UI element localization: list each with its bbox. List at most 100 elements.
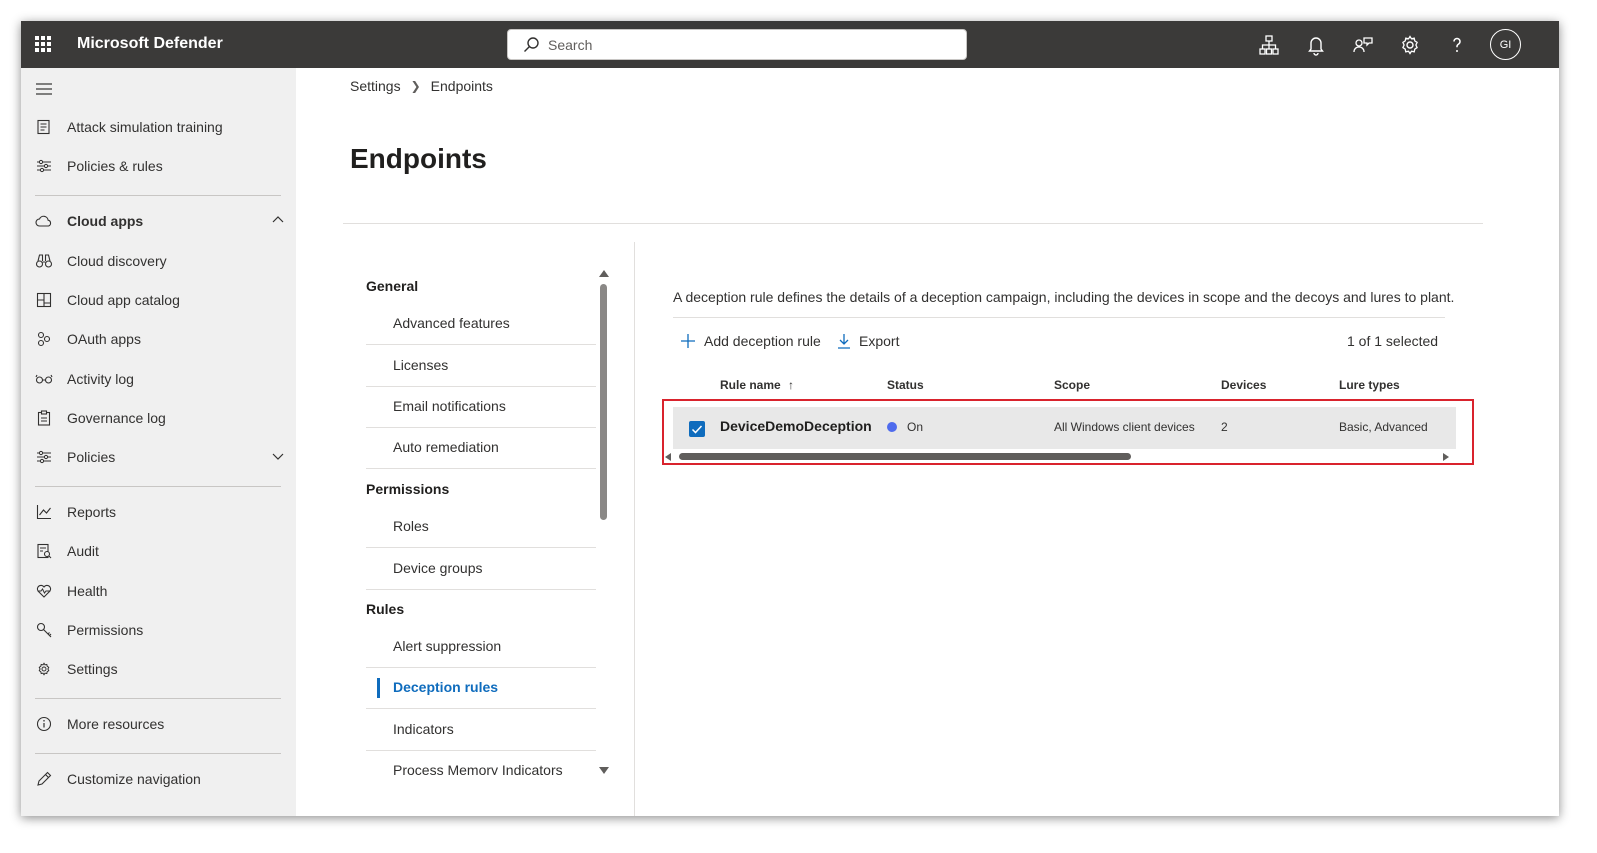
subnav-item-label: Device groups: [393, 560, 483, 576]
subnav-item-process-memory-indicators[interactable]: Process Memory Indicators: [366, 751, 596, 775]
column-header-lure-types[interactable]: Lure types: [1339, 378, 1400, 392]
export-button[interactable]: Export: [837, 330, 899, 352]
column-header-rule-name[interactable]: Rule name ↑: [720, 378, 794, 392]
subnav-item-label: Email notifications: [393, 398, 506, 414]
user-avatar[interactable]: GI: [1490, 29, 1521, 60]
scrollbar-thumb[interactable]: [600, 284, 607, 520]
nav-label: Audit: [67, 543, 99, 559]
nav-label: Activity log: [67, 371, 134, 387]
scrollbar-thumb[interactable]: [679, 453, 1131, 460]
add-deception-rule-button[interactable]: Add deception rule: [680, 330, 821, 352]
nav-item-reports[interactable]: Reports: [35, 497, 285, 527]
nav-item-governance-log[interactable]: Governance log: [35, 403, 285, 433]
subnav-heading-rules: Rules: [366, 601, 405, 617]
subnav-item-label: Deception rules: [393, 679, 499, 695]
subnav-item-label: Indicators: [393, 721, 454, 737]
chevron-up-icon[interactable]: [271, 213, 285, 227]
subnav-item-auto-remediation[interactable]: Auto remediation: [366, 428, 596, 469]
chevron-right-icon: ❯: [410, 79, 421, 93]
subnav-item-label: Process Memory Indicators: [393, 762, 563, 775]
nav-divider: [35, 195, 281, 196]
plus-icon: [681, 334, 695, 348]
nav-item-permissions[interactable]: Permissions: [35, 615, 285, 645]
nav-item-more-resources[interactable]: More resources: [35, 709, 285, 739]
people-icon: [35, 330, 53, 348]
scroll-left-arrow-icon[interactable]: [665, 453, 671, 461]
add-deception-rule-label: Add deception rule: [704, 333, 821, 349]
cell-devices: 2: [1221, 420, 1228, 434]
table-horizontal-scrollbar[interactable]: [665, 451, 1449, 463]
nav-item-cloud-apps[interactable]: Cloud apps: [35, 206, 285, 236]
app-launcher-icon[interactable]: [35, 36, 51, 52]
nav-item-health[interactable]: Health: [35, 576, 285, 606]
nav-divider: [35, 698, 281, 699]
subnav-item-label: Alert suppression: [393, 638, 502, 654]
cell-scope: All Windows client devices: [1054, 420, 1195, 434]
column-header-label: Rule name: [720, 378, 781, 392]
column-header-devices[interactable]: Devices: [1221, 378, 1266, 392]
nav-label: Customize navigation: [67, 771, 201, 787]
breadcrumb: Settings ❯ Endpoints: [350, 78, 493, 94]
download-icon: [838, 334, 850, 349]
subnav-item-advanced-features[interactable]: Advanced features: [366, 304, 596, 345]
cell-rule-name[interactable]: DeviceDemoDeception: [720, 418, 872, 434]
breadcrumb-item-endpoints: Endpoints: [430, 78, 493, 94]
table-row[interactable]: DeviceDemoDeception On All Windows clien…: [673, 407, 1456, 449]
subnav-item-alert-suppression[interactable]: Alert suppression: [366, 627, 596, 668]
subnav-item-indicators[interactable]: Indicators: [366, 710, 596, 751]
selected-count: 1 of 1 selected: [1347, 333, 1439, 349]
gear-icon[interactable]: [1398, 33, 1422, 57]
nav-item-settings[interactable]: Settings: [35, 654, 285, 684]
subnav-item-deception-rules[interactable]: Deception rules: [366, 668, 596, 709]
chevron-down-icon[interactable]: [271, 449, 285, 463]
subnav-item-device-groups[interactable]: Device groups: [366, 549, 596, 590]
subnav-item-email-notifications[interactable]: Email notifications: [366, 387, 596, 428]
bell-icon[interactable]: [1304, 33, 1328, 57]
app-title: Microsoft Defender: [77, 35, 223, 52]
nav-item-cloud-discovery[interactable]: Cloud discovery: [35, 246, 285, 276]
search-box[interactable]: [507, 29, 967, 60]
nav-label: Policies & rules: [67, 158, 163, 174]
document-list-icon: [35, 118, 53, 136]
nav-item-audit[interactable]: Audit: [35, 536, 285, 566]
gear-icon: [35, 660, 53, 678]
breadcrumb-item-settings[interactable]: Settings: [350, 78, 401, 94]
column-header-status[interactable]: Status: [887, 378, 924, 392]
sliders-icon: [35, 157, 53, 175]
nav-item-cloud-app-catalog[interactable]: Cloud app catalog: [35, 285, 285, 315]
subnav-item-roles[interactable]: Roles: [366, 507, 596, 548]
top-bar: Microsoft Defender GI: [21, 21, 1559, 68]
nav-item-activity-log[interactable]: Activity log: [35, 364, 285, 394]
nav-label: Reports: [67, 504, 117, 520]
nav-item-attack-simulation-training[interactable]: Attack simulation training: [35, 112, 285, 142]
glasses-icon: [35, 370, 53, 388]
row-checkbox[interactable]: [689, 421, 705, 437]
subnav-scrollbar[interactable]: [598, 270, 610, 774]
cell-status: On: [907, 420, 924, 434]
subnav-heading-permissions: Permissions: [366, 481, 450, 497]
nav-item-policies-rules[interactable]: Policies & rules: [35, 151, 285, 181]
hamburger-menu-icon[interactable]: [35, 82, 53, 96]
nav-label: Attack simulation training: [67, 119, 223, 135]
checkmark-icon: [691, 425, 703, 434]
scroll-up-arrow-icon[interactable]: [599, 270, 609, 277]
help-icon[interactable]: [1445, 33, 1469, 57]
settings-subnav: General Advanced features Licenses Email…: [366, 265, 598, 775]
scroll-right-arrow-icon[interactable]: [1443, 453, 1449, 461]
nav-label: Cloud apps: [67, 213, 144, 229]
scroll-down-arrow-icon[interactable]: [599, 767, 609, 774]
column-header-scope[interactable]: Scope: [1054, 378, 1090, 392]
nav-item-policies[interactable]: Policies: [35, 442, 285, 472]
info-icon: [35, 715, 53, 733]
subnav-item-licenses[interactable]: Licenses: [366, 346, 596, 387]
sliders-icon: [35, 448, 53, 466]
community-icon[interactable]: [1351, 33, 1375, 57]
nav-divider: [35, 486, 281, 487]
deception-rule-description: A deception rule defines the details of …: [673, 289, 1455, 305]
nav-item-oauth-apps[interactable]: OAuth apps: [35, 324, 285, 354]
search-input[interactable]: [548, 35, 948, 55]
nav-item-customize-navigation[interactable]: Customize navigation: [35, 764, 285, 794]
nav-divider: [35, 753, 281, 754]
toolbar-divider: [673, 317, 1445, 318]
org-chart-icon[interactable]: [1257, 33, 1281, 57]
